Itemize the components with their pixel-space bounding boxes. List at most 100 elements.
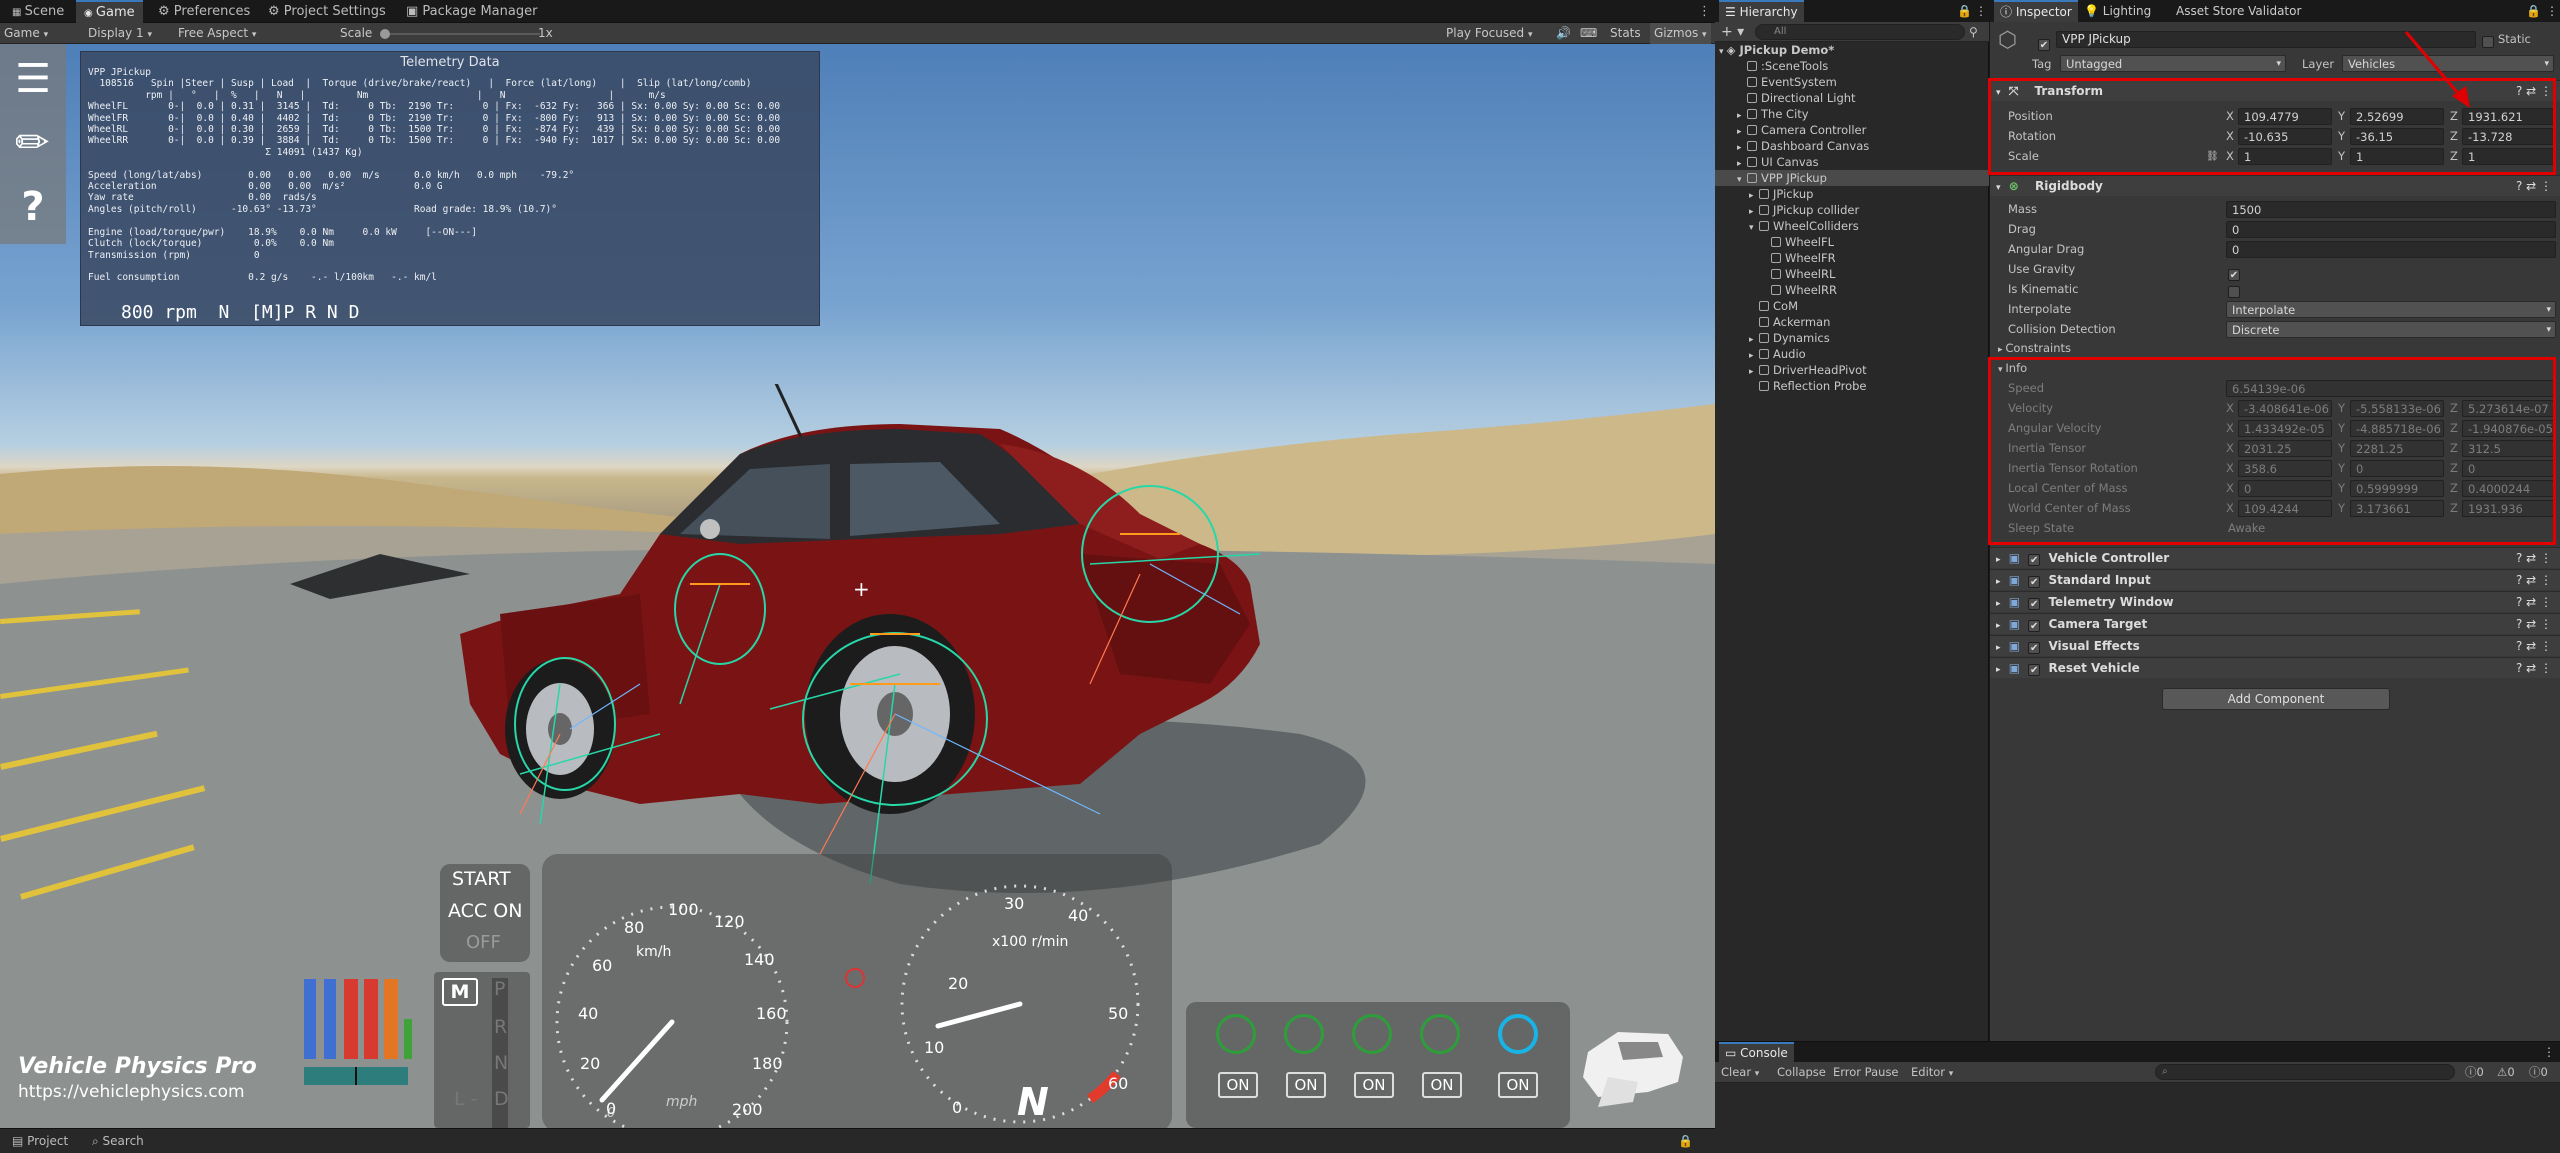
add-object-button[interactable]: + ▾ [1721, 22, 1744, 42]
hierarchy-item[interactable]: ▸ The City [1715, 106, 1989, 122]
hierarchy-item[interactable]: ▸ DriverHeadPivot [1715, 362, 1989, 378]
hierarchy-item[interactable]: ▸ Camera Controller [1715, 122, 1989, 138]
tab-project[interactable]: ▤ Project [4, 1129, 76, 1152]
component-enabled-toggle[interactable]: ✔ [2028, 576, 2041, 588]
mute-audio-icon[interactable]: 🔊 [1556, 23, 1571, 44]
active-toggle[interactable]: ✔ [2038, 32, 2050, 51]
rigidbody-field[interactable]: 0 [2226, 241, 2556, 258]
component-menu-icons[interactable]: ? ⇄ ⋮ [2516, 636, 2552, 657]
gear-p[interactable]: P [494, 978, 505, 1000]
hierarchy-item[interactable]: Directional Light [1715, 90, 1989, 106]
tab-console[interactable]: ▭ Console [1719, 1042, 1794, 1062]
rigidbody-field[interactable]: 0 [2226, 221, 2556, 238]
component-header[interactable]: ▸ ▣ ✔ Reset Vehicle? ⇄ ⋮ [1990, 657, 2560, 678]
component-menu-icons[interactable]: ? ⇄ ⋮ [2516, 548, 2552, 569]
hierarchy-item[interactable]: ▾ VPP JPickup [1715, 170, 1989, 186]
error-count[interactable]: ⓘ0 [2529, 1062, 2548, 1083]
gear-selector[interactable]: M P R N D L - [434, 972, 530, 1128]
log-count[interactable]: ⓘ0 [2465, 1062, 2484, 1083]
assist-button-2[interactable]: ON [1286, 1072, 1326, 1098]
scene-root[interactable]: ▾ ◈ JPickup Demo* [1719, 42, 1989, 58]
start-button[interactable]: START [452, 868, 511, 890]
hierarchy-item[interactable]: ▸ Dynamics [1715, 330, 1989, 346]
tab-preferences[interactable]: ⚙ Preferences [150, 0, 258, 23]
play-mode-dropdown[interactable]: Play Focused ▾ [1446, 23, 1532, 44]
assist-button-4[interactable]: ON [1422, 1072, 1462, 1098]
clear-button[interactable]: Clear ▾ [1721, 1062, 1759, 1085]
gizmos-button[interactable]: Gizmos ▾ [1650, 23, 1711, 44]
steering-wheel-icon[interactable] [1498, 1014, 1538, 1054]
component-menu-icons[interactable]: ? ⇄ ⋮ [2516, 614, 2552, 635]
tab-game[interactable]: ◉ Game [76, 0, 143, 23]
component-header[interactable]: ▸ ▣ ✔ Camera Target? ⇄ ⋮ [1990, 613, 2560, 634]
component-menu-icons[interactable]: ? ⇄ ⋮ [2516, 176, 2552, 197]
hierarchy-item[interactable]: Ackerman [1715, 314, 1989, 330]
component-header[interactable]: ▸ ▣ ✔ Standard Input? ⇄ ⋮ [1990, 569, 2560, 590]
hierarchy-item[interactable]: CoM [1715, 298, 1989, 314]
gear-d[interactable]: D [494, 1088, 509, 1110]
rigidbody-field[interactable]: 1500 [2226, 201, 2556, 218]
component-header[interactable]: ▸ ▣ ✔ Vehicle Controller? ⇄ ⋮ [1990, 547, 2560, 568]
hierarchy-item[interactable]: WheelFR [1715, 250, 1989, 266]
asr-icon[interactable] [1420, 1014, 1460, 1054]
component-enabled-toggle[interactable]: ✔ [2028, 664, 2041, 676]
warning-count[interactable]: ⚠0 [2497, 1062, 2515, 1083]
hierarchy-item[interactable]: ▾ WheelColliders [1715, 218, 1989, 234]
tab-asset-store-validator[interactable]: Asset Store Validator [2170, 0, 2307, 22]
component-enabled-toggle[interactable]: ✔ [2028, 598, 2041, 610]
console-search-input[interactable]: ⌕ [2155, 1064, 2455, 1080]
more-options-icon[interactable]: ⋮ [2537, 1042, 2560, 1062]
esc-icon[interactable] [1352, 1014, 1392, 1054]
tab-project-settings[interactable]: ⚙ Project Settings [260, 0, 394, 23]
component-enabled-toggle[interactable]: ✔ [2028, 642, 2041, 654]
game-viewport[interactable]: + Telemetry Data VPP JPickup 108516 Spin… [0, 44, 1715, 1128]
stats-button[interactable]: Stats [1610, 23, 1641, 44]
list-search-icon[interactable]: ☰ [8, 54, 58, 104]
hierarchy-item[interactable]: ▸ JPickup collider [1715, 202, 1989, 218]
component-header[interactable]: ▸ ▣ ✔ Telemetry Window? ⇄ ⋮ [1990, 591, 2560, 612]
hierarchy-item[interactable]: WheelFL [1715, 234, 1989, 250]
hierarchy-item[interactable]: WheelRR [1715, 282, 1989, 298]
component-menu-icons[interactable]: ? ⇄ ⋮ [2516, 658, 2552, 679]
static-toggle[interactable] [2482, 32, 2494, 51]
assist-button-1[interactable]: ON [1218, 1072, 1258, 1098]
gear-n[interactable]: N [494, 1052, 508, 1074]
tcs-icon[interactable] [1284, 1014, 1324, 1054]
hierarchy-item[interactable]: EventSystem [1715, 74, 1989, 90]
abs-icon[interactable] [1216, 1014, 1256, 1054]
rigidbody-toggle[interactable] [2228, 282, 2240, 301]
more-options-icon[interactable]: ⋮ [2540, 0, 2560, 22]
rigidbody-toggle[interactable]: ✔ [2228, 262, 2240, 281]
hierarchy-item[interactable]: Reflection Probe [1715, 378, 1989, 394]
component-enabled-toggle[interactable]: ✔ [2028, 620, 2041, 632]
rigidbody-header[interactable]: ▾ ⊗ Rigidbody? ⇄ ⋮ [1990, 175, 2560, 196]
tab-inspector[interactable]: ⓘ Inspector [1994, 0, 2078, 22]
tab-hierarchy[interactable]: ☰ Hierarchy [1719, 0, 1804, 22]
hierarchy-item[interactable]: ▸ UI Canvas [1715, 154, 1989, 170]
help-icon[interactable]: ? [8, 182, 58, 232]
rigidbody-dropdown[interactable]: Discrete ▾ [2226, 321, 2556, 338]
add-component-button[interactable]: Add Component [2162, 688, 2390, 710]
component-enabled-toggle[interactable]: ✔ [2028, 554, 2041, 566]
gear-mode-button[interactable]: M [442, 978, 478, 1006]
filter-icon[interactable]: ⚲ [1969, 22, 1978, 42]
brand-url[interactable]: https://vehiclephysics.com [18, 1082, 245, 1102]
hierarchy-item[interactable]: ▸ JPickup [1715, 186, 1989, 202]
constraints-foldout[interactable]: ▸ Constraints [1998, 339, 2071, 357]
scale-slider-handle[interactable] [380, 29, 390, 39]
gear-r[interactable]: R [494, 1016, 507, 1038]
editor-dropdown[interactable]: Editor ▾ [1911, 1062, 1953, 1085]
tab-search[interactable]: ⌕ Search [84, 1129, 152, 1152]
tab-scene[interactable]: ▦ Scene [4, 0, 72, 23]
acc-on-button[interactable]: ACC ON [448, 900, 522, 922]
component-header[interactable]: ▸ ▣ ✔ Visual Effects? ⇄ ⋮ [1990, 635, 2560, 656]
aspect-dropdown[interactable]: Free Aspect ▾ [178, 23, 256, 44]
display-dropdown[interactable]: Display 1 ▾ [88, 23, 152, 44]
assist-button-5[interactable]: ON [1498, 1072, 1538, 1098]
gear-l[interactable]: L - [454, 1088, 477, 1110]
shortcuts-icon[interactable]: ⌨ [1580, 23, 1597, 44]
collapse-button[interactable]: Collapse [1777, 1062, 1826, 1083]
hierarchy-item[interactable]: ▸ Audio [1715, 346, 1989, 362]
tag-dropdown[interactable]: Untagged ▾ [2060, 55, 2286, 72]
component-menu-icons[interactable]: ? ⇄ ⋮ [2516, 592, 2552, 613]
